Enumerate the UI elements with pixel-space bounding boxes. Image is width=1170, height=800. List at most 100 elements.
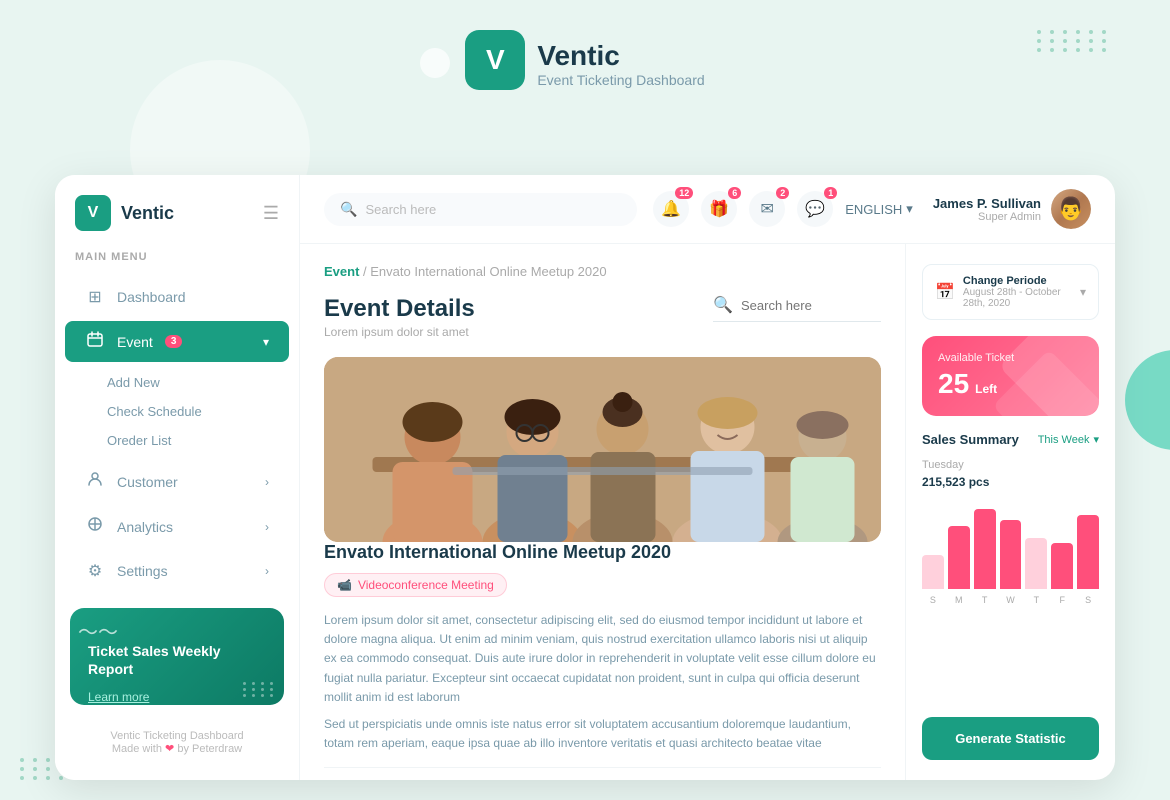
language-label: ENGLISH [845,202,902,217]
topbar-icons: 🔔 12 🎁 6 ✉ 2 💬 1 ENGLISH ▾ [653,189,1091,229]
breadcrumb-current: Envato International Online Meetup 2020 [370,264,606,279]
dashboard-icon: ⊞ [85,287,105,307]
settings-icon: ⚙ [85,561,105,581]
bar-F-5 [1051,543,1073,589]
bar-S-0 [922,555,944,589]
breadcrumb-parent[interactable]: Event [324,264,359,279]
user-name: James P. Sullivan [933,196,1041,211]
topbar-search[interactable]: 🔍 Search here [324,193,637,226]
bar-chart-labels: SMTWTFS [922,595,1099,605]
page-title: Event Details [324,295,475,323]
settings-chevron-icon: › [265,564,269,578]
bg-dots-top-right [1037,30,1110,52]
main-menu-label: MAIN MENU [55,251,299,275]
bar-M-1 [948,526,970,589]
event-description-1: Lorem ipsum dolor sit amet, consectetur … [324,611,881,707]
bar-label-3: W [1000,595,1022,605]
ticket-count: 25 [938,368,969,400]
event-tag: 📹 Videoconference Meeting [324,573,507,597]
sales-period-selector[interactable]: This Week ▾ [1038,433,1099,446]
app-logo-mark: V [465,30,525,90]
sidebar: V Ventic ☰ MAIN MENU ⊞ Dashboard Event 3… [55,175,300,780]
bar-T-4 [1025,538,1047,589]
topbar: 🔍 Search here 🔔 12 🎁 6 ✉ 2 💬 1 [300,175,1115,244]
promo-title: Ticket Sales Weekly Report [88,642,266,678]
content-area: Event / Envato International Online Meet… [300,244,1115,780]
generate-statistic-button[interactable]: Generate Statistic [922,717,1099,760]
sales-title: Sales Summary [922,432,1019,447]
sidebar-item-dashboard[interactable]: ⊞ Dashboard [65,277,289,317]
customer-chevron-icon: › [265,475,269,489]
available-ticket-card: Available Ticket 25 Left [922,336,1099,416]
subnav-add-new[interactable]: Add New [55,368,299,397]
sales-header: Sales Summary This Week ▾ [922,432,1099,447]
period-chevron-icon: ▾ [1080,285,1086,299]
analytics-chevron-icon: › [265,520,269,534]
sales-bar-chart [922,499,1099,589]
app-name: Ventic [537,40,704,72]
sidebar-event-label: Event [117,334,153,350]
event-icon [85,331,105,352]
event-description-2: Sed ut perspiciatis unde omnis iste natu… [324,715,881,753]
available-ticket-label: Available Ticket [938,352,1083,364]
period-selector[interactable]: 📅 Change Periode August 28th - October 2… [922,264,1099,320]
sidebar-item-event[interactable]: Event 3 ▾ [65,321,289,362]
bar-W-3 [1000,520,1022,589]
event-meta: $ Ticket Price $124,00 📅 Date Sunday, 12… [324,767,881,780]
sidebar-promo-card: 〜〜 Ticket Sales Weekly Report Learn more [70,608,284,705]
notification-mail[interactable]: ✉ 2 [749,191,785,227]
dashboard-container: V Ventic ☰ MAIN MENU ⊞ Dashboard Event 3… [55,175,1115,780]
event-name: Envato International Online Meetup 2020 [324,542,881,563]
sales-period-chevron-icon: ▾ [1093,433,1099,446]
event-badge: 3 [165,335,183,348]
user-info: James P. Sullivan Super Admin 👨 [933,189,1091,229]
sidebar-item-settings[interactable]: ⚙ Settings › [65,551,289,591]
chat-badge: 1 [824,187,837,199]
sales-summary: Sales Summary This Week ▾ Tuesday 215,52… [922,432,1099,605]
content-search-box[interactable]: 🔍 [713,295,881,322]
main-content: 🔍 Search here 🔔 12 🎁 6 ✉ 2 💬 1 [300,175,1115,780]
content-search-input[interactable] [741,298,881,313]
sidebar-customer-label: Customer [117,474,178,490]
language-chevron-icon: ▾ [906,201,913,217]
event-image [324,357,881,542]
notification-gift[interactable]: 🎁 6 [701,191,737,227]
sales-period-label: This Week [1038,434,1090,446]
hamburger-menu[interactable]: ☰ [263,203,279,224]
promo-wave-icon: 〜〜 [78,616,118,645]
subnav-check-schedule[interactable]: Check Schedule [55,397,299,426]
sidebar-brand: V Ventic ☰ [55,195,299,251]
videoconference-icon: 📹 [337,578,352,592]
language-selector[interactable]: ENGLISH ▾ [845,201,913,217]
sidebar-footer: Ventic Ticketing Dashboard Made with ❤ b… [55,720,299,760]
search-placeholder: Search here [365,202,436,217]
calendar-period-icon: 📅 [935,282,955,302]
ticket-suffix: Left [975,382,997,396]
bar-label-4: T [1025,595,1047,605]
bar-label-5: F [1051,595,1073,605]
sidebar-analytics-label: Analytics [117,519,173,535]
bar-label-1: M [948,595,970,605]
sidebar-item-customer[interactable]: Customer › [65,461,289,502]
search-icon: 🔍 [340,201,357,218]
sidebar-item-label: Dashboard [117,289,186,305]
bell-badge: 12 [675,187,693,199]
period-date: August 28th - October 28th, 2020 [963,287,1072,309]
promo-learn-more-link[interactable]: Learn more [88,690,149,704]
notification-chat[interactable]: 💬 1 [797,191,833,227]
app-subtitle: Event Ticketing Dashboard [537,72,704,88]
sidebar-item-analytics[interactable]: Analytics › [65,506,289,547]
event-chevron-icon: ▾ [263,335,269,349]
notification-bell[interactable]: 🔔 12 [653,191,689,227]
bar-S-6 [1077,515,1099,589]
period-label: Change Periode [963,275,1072,287]
content-search-icon: 🔍 [713,295,733,315]
sidebar-brand-name: Ventic [121,203,174,224]
promo-dots [243,682,276,697]
user-avatar: 👨 [1051,189,1091,229]
sales-day-label: Tuesday [922,459,1099,471]
subnav-order-list[interactable]: Oreder List [55,426,299,455]
sales-day-amount: 215,523 pcs [922,475,1099,489]
event-subnav: Add New Check Schedule Oreder List [55,364,299,459]
bar-T-2 [974,509,996,589]
